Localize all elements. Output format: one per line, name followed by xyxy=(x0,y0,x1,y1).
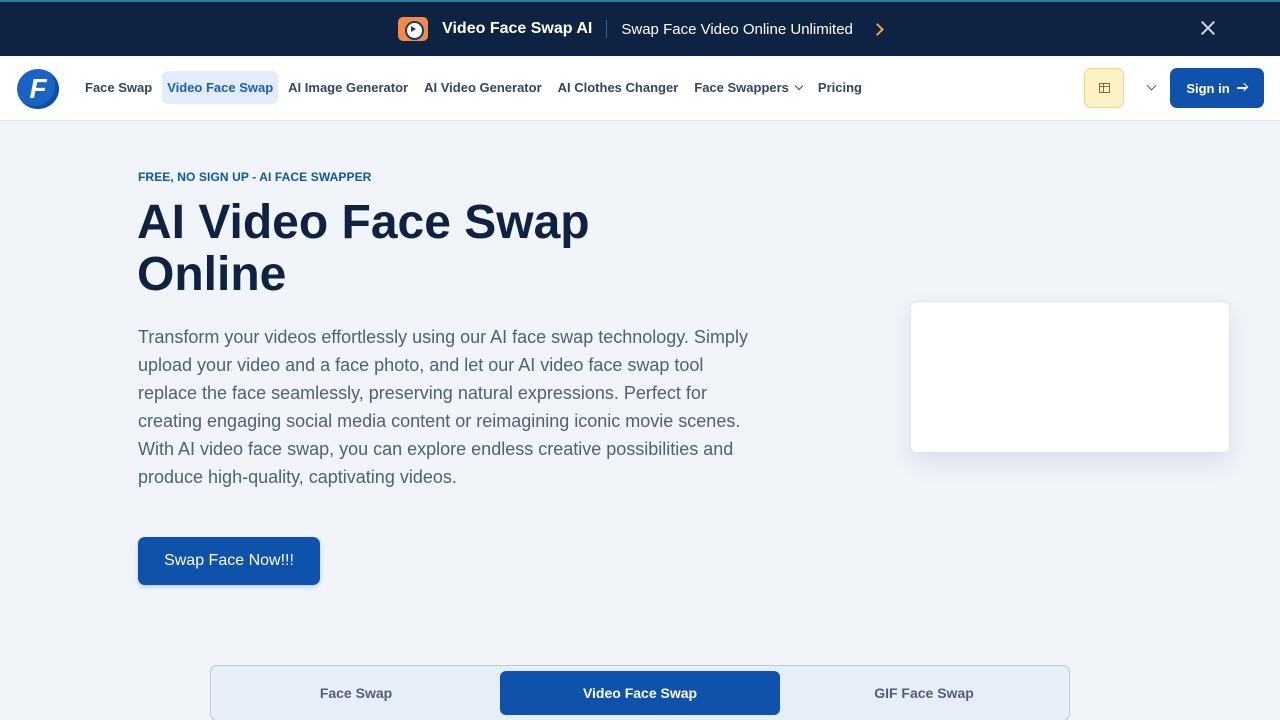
nav-item-face-swappers[interactable]: Face Swappers xyxy=(688,71,808,104)
promo-title: Video Face Swap AI xyxy=(442,20,593,37)
video-app-icon xyxy=(398,17,429,41)
nav-item-pricing[interactable]: Pricing xyxy=(812,71,868,104)
tab-video-face-swap[interactable]: Video Face Swap xyxy=(500,671,780,715)
nav-item-ai-image-generator[interactable]: AI Image Generator xyxy=(282,71,414,104)
hero-eyebrow: FREE, NO SIGN UP - AI FACE SWAPPER xyxy=(138,170,372,184)
nav-item-face-swappers-label: Face Swappers xyxy=(694,80,789,95)
language-dropdown[interactable] xyxy=(1140,76,1162,100)
preview-card xyxy=(910,301,1230,453)
tool-tabs: Face Swap Video Face Swap GIF Face Swap xyxy=(210,665,1070,720)
site-logo[interactable]: F xyxy=(17,69,59,109)
tab-gif-face-swap[interactable]: GIF Face Swap xyxy=(784,671,1064,715)
nav-item-video-face-swap[interactable]: Video Face Swap xyxy=(162,71,279,104)
top-navbar: F Face Swap Video Face Swap AI Image Gen… xyxy=(0,56,1280,121)
promo-content[interactable]: Video Face Swap AI Swap Face Video Onlin… xyxy=(398,17,884,41)
chevron-down-icon xyxy=(1146,80,1156,91)
nav-item-ai-clothes-changer[interactable]: AI Clothes Changer xyxy=(552,71,685,104)
hero-description: Transform your videos effortlessly using… xyxy=(138,327,748,487)
nav-menu: Face Swap Video Face Swap AI Image Gener… xyxy=(79,71,868,104)
arrow-right-icon xyxy=(1236,83,1248,93)
nav-item-ai-video-generator[interactable]: AI Video Generator xyxy=(418,71,548,104)
sign-in-label: Sign in xyxy=(1186,80,1230,96)
chevron-down-icon xyxy=(794,81,804,91)
chevron-right-icon[interactable] xyxy=(871,22,884,36)
gift-icon xyxy=(1098,83,1110,93)
nav-item-face-swap[interactable]: Face Swap xyxy=(79,71,158,104)
promo-subtitle: Swap Face Video Online Unlimited xyxy=(621,20,853,38)
swap-face-now-button[interactable]: Swap Face Now!!! xyxy=(138,537,320,585)
sign-in-button[interactable]: Sign in xyxy=(1170,68,1264,108)
promo-divider xyxy=(606,20,608,38)
tab-face-swap[interactable]: Face Swap xyxy=(216,671,496,715)
hero-title: AI Video Face Swap Online xyxy=(137,196,590,301)
logo-letter: F xyxy=(29,73,47,104)
close-icon[interactable] xyxy=(1198,18,1218,38)
gift-button[interactable] xyxy=(1084,68,1124,108)
promo-banner[interactable]: Video Face Swap AI Swap Face Video Onlin… xyxy=(0,0,1280,56)
